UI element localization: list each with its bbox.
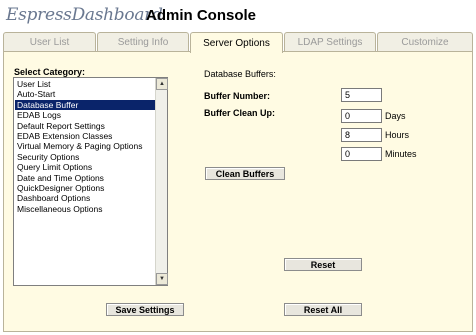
category-item-dashboard-options[interactable]: Dashboard Options bbox=[15, 193, 155, 203]
category-item-quickdesigner-options[interactable]: QuickDesigner Options bbox=[15, 183, 155, 193]
logo-text-espress: Espress bbox=[6, 5, 72, 25]
category-item-miscellaneous-options[interactable]: Miscellaneous Options bbox=[15, 204, 155, 214]
buffer-number-label: Buffer Number: bbox=[204, 91, 271, 101]
clean-buffers-button[interactable]: Clean Buffers bbox=[205, 167, 285, 180]
save-settings-button[interactable]: Save Settings bbox=[106, 303, 184, 316]
clean-up-hours-input[interactable]: 8 bbox=[341, 128, 382, 142]
buffer-clean-up-label: Buffer Clean Up: bbox=[204, 108, 276, 118]
category-item-security-options[interactable]: Security Options bbox=[15, 152, 155, 162]
hours-unit-label: Hours bbox=[385, 130, 410, 140]
category-item-query-limit-options[interactable]: Query Limit Options bbox=[15, 162, 155, 172]
tab-bar: User List Setting Info Server Options LD… bbox=[0, 32, 476, 53]
tab-server-options[interactable]: Server Options bbox=[190, 32, 283, 53]
tab-setting-info[interactable]: Setting Info bbox=[97, 32, 189, 52]
category-list: User List Auto-Start Database Buffer EDA… bbox=[15, 79, 155, 214]
espress-dashboard-logo: EspressDashboard bbox=[6, 5, 163, 25]
days-unit-label: Days bbox=[385, 111, 406, 121]
category-item-virtual-memory-paging[interactable]: Virtual Memory & Paging Options bbox=[15, 141, 155, 151]
select-category-label: Select Category: bbox=[14, 67, 86, 77]
reset-all-button[interactable]: Reset All bbox=[284, 303, 362, 316]
tab-user-list[interactable]: User List bbox=[3, 32, 96, 52]
database-buffers-section-label: Database Buffers: bbox=[204, 69, 276, 79]
category-item-auto-start[interactable]: Auto-Start bbox=[15, 89, 155, 99]
category-item-database-buffer[interactable]: Database Buffer bbox=[15, 99, 155, 111]
reset-button[interactable]: Reset bbox=[284, 258, 362, 271]
tab-customize[interactable]: Customize bbox=[377, 32, 473, 52]
category-item-edab-logs[interactable]: EDAB Logs bbox=[15, 110, 155, 120]
clean-up-days-input[interactable]: 0 bbox=[341, 109, 382, 123]
buffer-number-input[interactable]: 5 bbox=[341, 88, 382, 102]
scroll-down-arrow-icon[interactable]: ▼ bbox=[156, 273, 168, 285]
category-item-default-report-settings[interactable]: Default Report Settings bbox=[15, 121, 155, 131]
category-item-edab-extension-classes[interactable]: EDAB Extension Classes bbox=[15, 131, 155, 141]
header: EspressDashboard Admin Console bbox=[0, 0, 476, 30]
clean-up-minutes-input[interactable]: 0 bbox=[341, 147, 382, 161]
category-item-user-list[interactable]: User List bbox=[15, 79, 155, 89]
page-title: Admin Console bbox=[146, 7, 257, 24]
scroll-up-arrow-icon[interactable]: ▲ bbox=[156, 78, 168, 90]
listbox-scrollbar[interactable]: ▲ ▼ bbox=[155, 78, 168, 285]
category-item-date-time-options[interactable]: Date and Time Options bbox=[15, 173, 155, 183]
tab-ldap-settings[interactable]: LDAP Settings bbox=[284, 32, 376, 52]
category-listbox[interactable]: User List Auto-Start Database Buffer EDA… bbox=[13, 77, 168, 286]
minutes-unit-label: Minutes bbox=[385, 149, 417, 159]
